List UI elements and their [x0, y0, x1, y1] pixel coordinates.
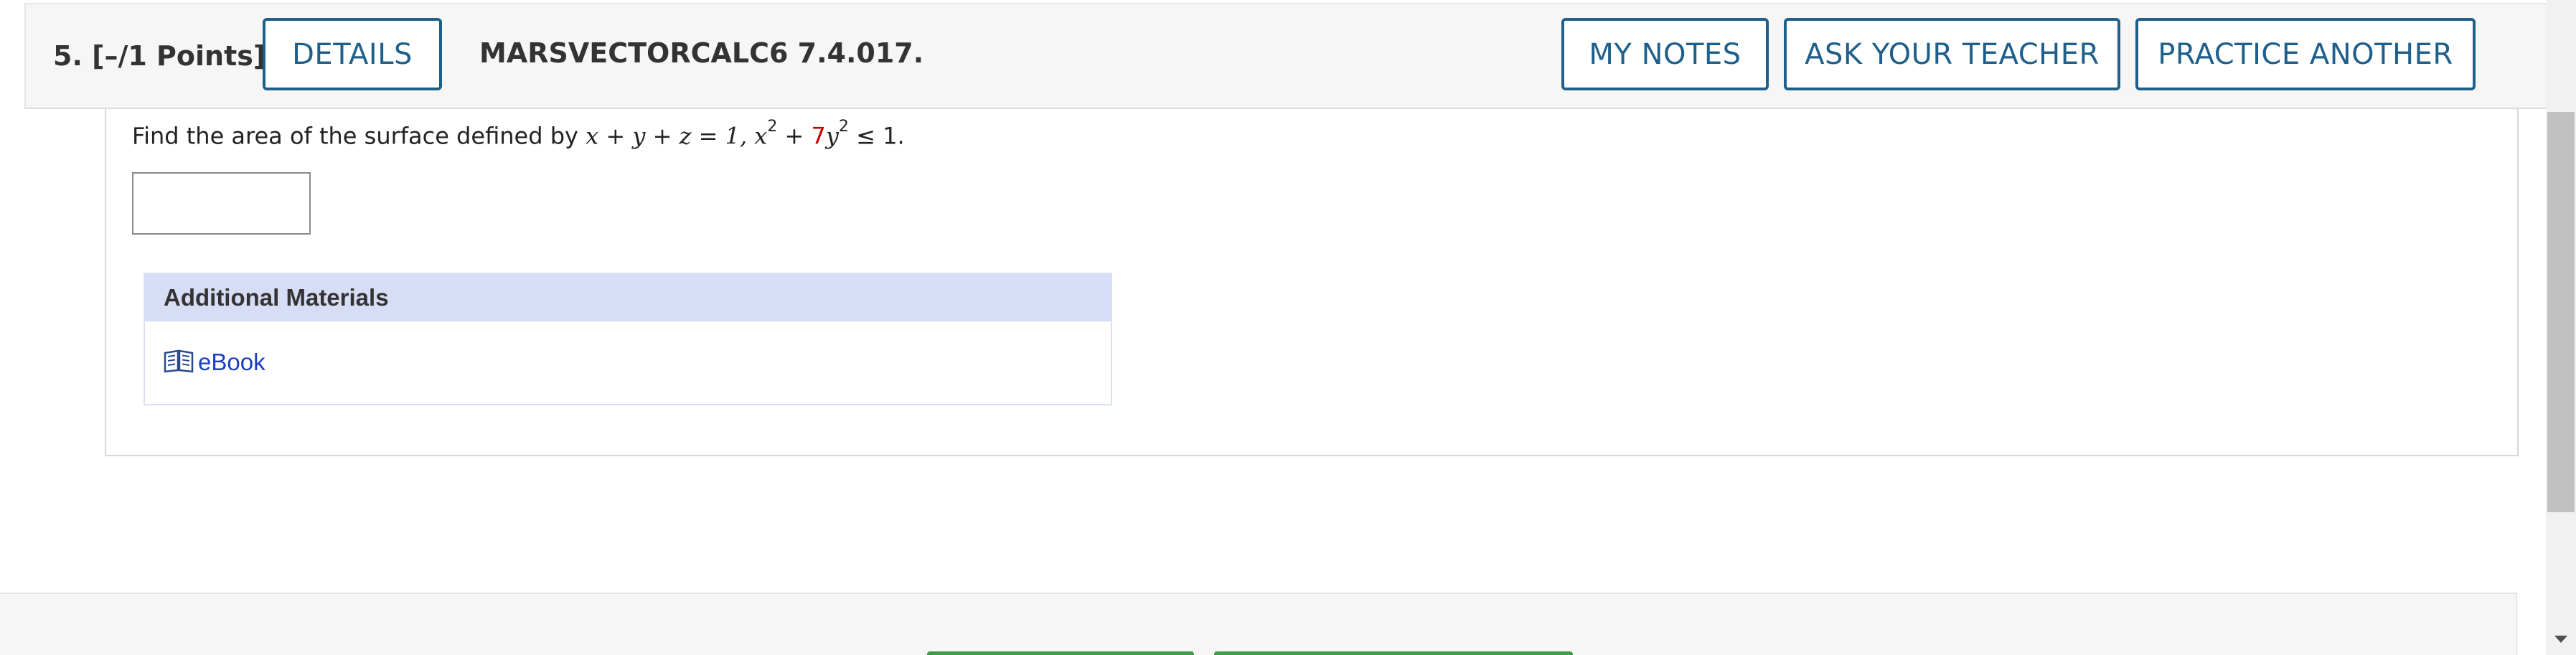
problem-code: MARSVECTORCALC6 7.4.017. [479, 37, 924, 69]
exponent-x: 2 [767, 118, 778, 136]
ebook-label: eBook [198, 349, 265, 375]
my-notes-button[interactable]: MY NOTES [1561, 18, 1769, 90]
scrollbar-thumb[interactable] [2547, 112, 2575, 512]
equation-plus: + [784, 122, 804, 150]
scroll-down-arrow-icon[interactable] [2554, 636, 2567, 643]
question-number: 5. [–/1 Points] [53, 40, 265, 72]
green-button-left[interactable] [927, 651, 1194, 655]
equation-coefficient: 7 [811, 122, 826, 150]
exponent-y: 2 [838, 118, 849, 136]
question-prefix: Find the area of the surface defined by [132, 122, 578, 150]
equation-inequality: ≤ 1. [856, 122, 905, 150]
equation-y: y [825, 122, 839, 150]
details-button[interactable]: DETAILS [263, 18, 442, 90]
additional-materials: Additional Materials eBook [144, 273, 1112, 405]
equation-x: x [754, 122, 768, 150]
ask-your-teacher-button[interactable]: ASK YOUR TEACHER [1784, 18, 2120, 90]
page: 5. [–/1 Points] DETAILS MARSVECTORCALC6 … [0, 0, 2576, 655]
book-icon [164, 349, 194, 376]
points-label: [–/1 Points] [92, 40, 266, 72]
answer-input[interactable] [132, 172, 311, 235]
ebook-link[interactable]: eBook [164, 349, 265, 376]
additional-materials-heading: Additional Materials [145, 274, 1111, 321]
green-button-right[interactable] [1214, 651, 1573, 655]
next-question-panel [0, 593, 2517, 655]
equation-plane: x + y + z = 1, [586, 122, 748, 150]
practice-another-button[interactable]: PRACTICE ANOTHER [2135, 18, 2476, 90]
question-number-label: 5. [53, 40, 83, 72]
question-text: Find the area of the surface defined by … [132, 118, 905, 150]
